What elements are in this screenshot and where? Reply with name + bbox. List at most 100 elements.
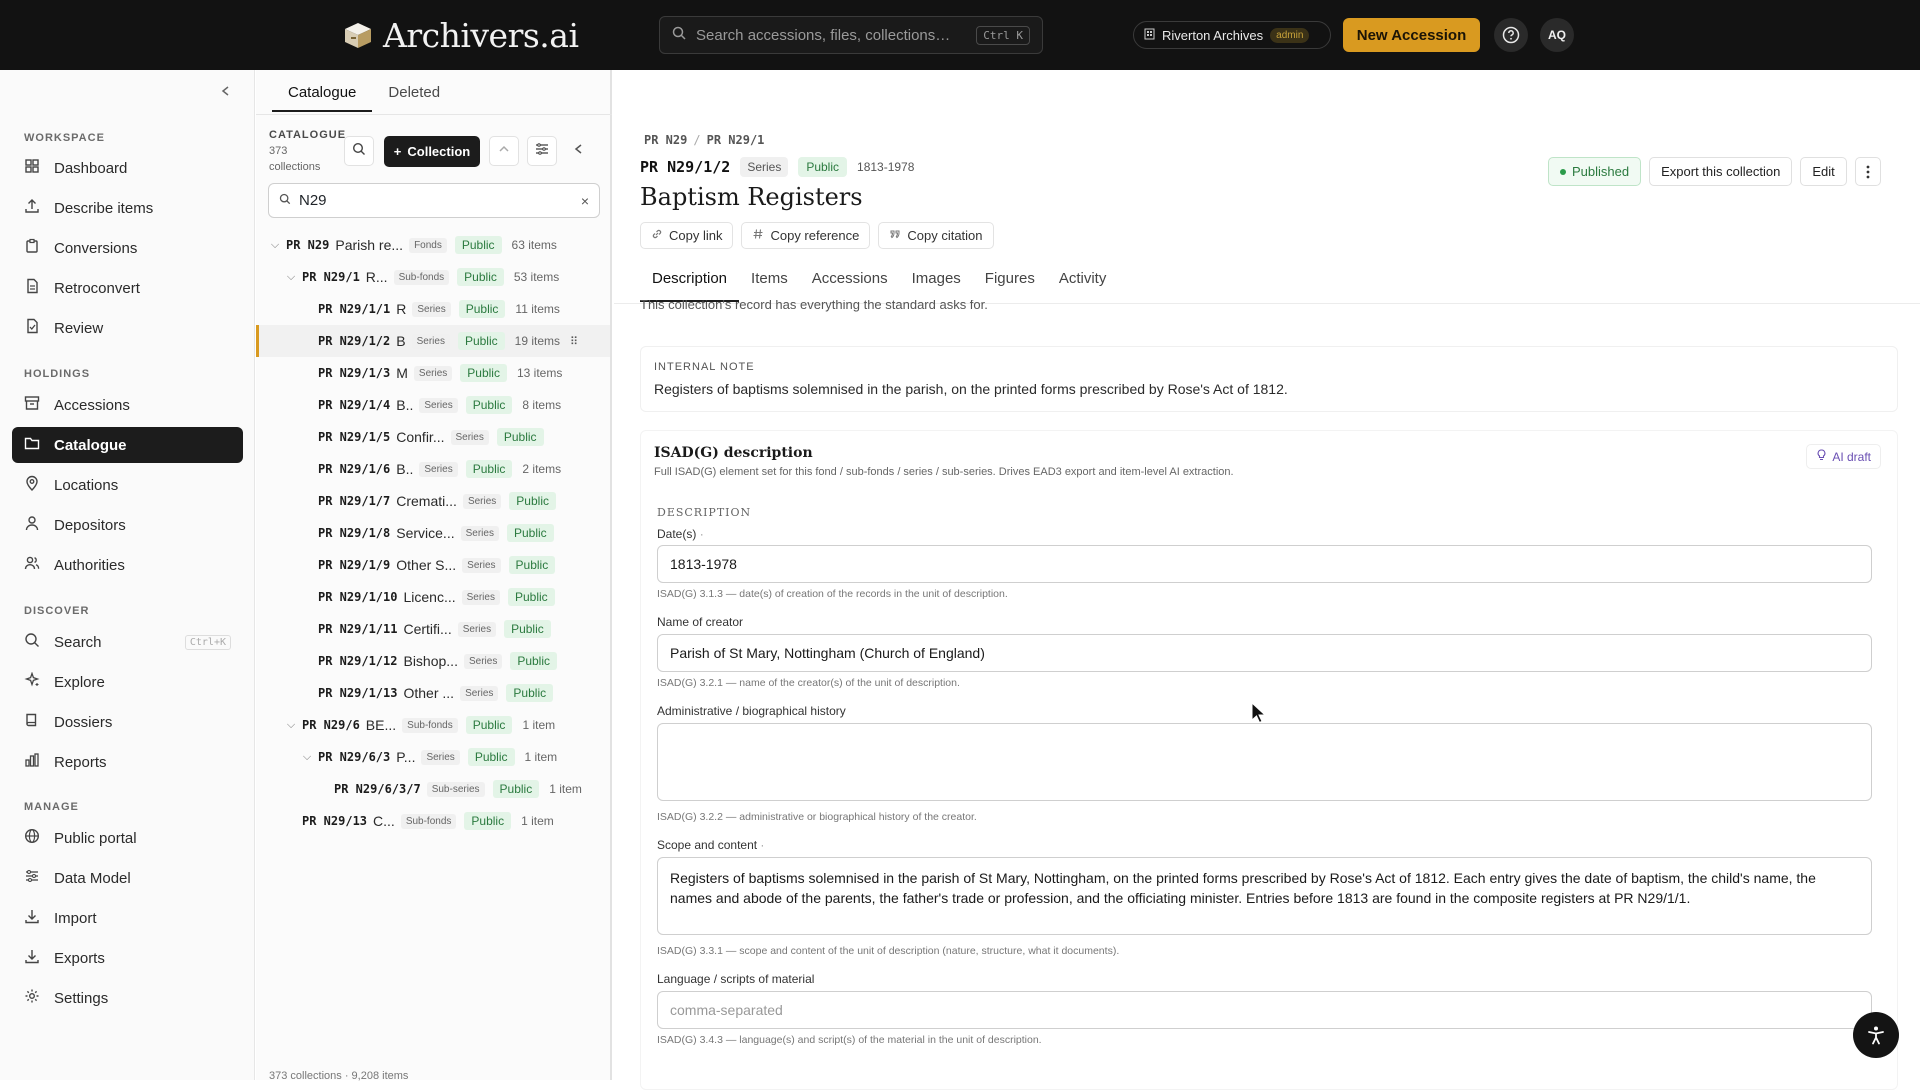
tab-description[interactable]: Description — [640, 270, 740, 302]
tree-row[interactable]: PR N29/1/13 Other ... Series Public — [256, 677, 610, 709]
add-collection-label: Collection — [407, 144, 471, 159]
tree-row[interactable]: PR N29/1/10 Licenc... Series Public — [256, 581, 610, 613]
record-tabs: Description Items Accessions Images Figu… — [640, 270, 1118, 302]
sidebar-item-retroconvert[interactable]: Retroconvert — [12, 270, 243, 306]
admin-history-field[interactable] — [657, 723, 1872, 801]
required-marker: · — [760, 838, 765, 852]
org-switcher[interactable]: Riverton Archives admin — [1133, 21, 1331, 49]
published-status-button[interactable]: Published — [1548, 157, 1642, 186]
chevron-down-icon[interactable]: ⌵ — [300, 751, 314, 764]
sidebar-item-label: Accessions — [54, 396, 130, 414]
user-icon — [24, 515, 40, 535]
tree-row[interactable]: PR N29/1/11 Certifi... Series Public — [256, 613, 610, 645]
collection-count: 373 — [269, 145, 288, 157]
sidebar-item-locations[interactable]: Locations — [12, 467, 243, 503]
tree-row[interactable]: PR N29/1/5 Confir... Series Public — [256, 421, 610, 453]
tab-accessions[interactable]: Accessions — [800, 270, 900, 302]
copy-reference-button[interactable]: Copy reference — [741, 222, 871, 249]
copy-citation-button[interactable]: Copy citation — [878, 222, 994, 249]
language-field[interactable]: comma-separated — [657, 991, 1872, 1029]
tree-row-name: P... — [396, 749, 416, 765]
tree-filter-value: N29 — [299, 192, 327, 209]
sidebar-item-settings[interactable]: Settings — [12, 980, 243, 1016]
tree-row[interactable]: PR N29/1/2 B Series Public 19 items ⠿ — [256, 325, 610, 357]
tab-catalogue[interactable]: Catalogue — [272, 84, 373, 112]
sidebar-item-describe-items[interactable]: Describe items — [12, 190, 243, 226]
drag-handle-icon[interactable]: ⠿ — [570, 335, 578, 348]
chevron-down-icon[interactable]: ⌵ — [284, 271, 298, 284]
sidebar-item-review[interactable]: Review — [12, 310, 243, 346]
sidebar-item-accessions[interactable]: Accessions — [12, 387, 243, 423]
tab-images[interactable]: Images — [900, 270, 973, 302]
scope-content-field[interactable]: Registers of baptisms solemnised in the … — [657, 857, 1872, 935]
sidebar-item-exports[interactable]: Exports — [12, 940, 243, 976]
global-search-input[interactable]: Search accessions, files, collections… C… — [659, 16, 1043, 54]
tree-row[interactable]: PR N29/1/3 M Series Public 13 items — [256, 357, 610, 389]
tree-row[interactable]: PR N29/13 C... Sub-fonds Public 1 item — [256, 805, 610, 837]
tree-row[interactable]: ⌵ PR N29/6/3 P... Series Public 1 item — [256, 741, 610, 773]
ai-draft-label: AI draft — [1832, 449, 1871, 464]
record-actions: Published Export this collection Edit — [1548, 157, 1881, 186]
accessibility-icon[interactable] — [1853, 1012, 1899, 1058]
sidebar-item-dossiers[interactable]: Dossiers — [12, 704, 243, 740]
sidebar-item-authorities[interactable]: Authorities — [12, 547, 243, 583]
tree-row-reference: PR N29/1/11 — [318, 622, 398, 636]
tab-deleted[interactable]: Deleted — [372, 84, 456, 112]
tree-row-reference: PR N29/1/9 — [318, 558, 391, 572]
edit-button[interactable]: Edit — [1800, 157, 1847, 186]
user-avatar[interactable]: AQ — [1540, 18, 1574, 52]
tree-filter-input[interactable]: N29 × — [268, 183, 600, 218]
tree-row[interactable]: PR N29/1/1 R Series Public 11 items — [256, 293, 610, 325]
sidebar-item-public-portal[interactable]: Public portal — [12, 820, 243, 856]
add-collection-button[interactable]: + Collection — [384, 136, 480, 167]
more-options-icon[interactable] — [1854, 157, 1881, 186]
sidebar-item-import[interactable]: Import — [12, 900, 243, 936]
copy-link-button[interactable]: Copy link — [640, 222, 734, 249]
tab-items[interactable]: Items — [739, 270, 800, 302]
app-logo[interactable]: Archivers.ai — [343, 16, 579, 55]
creator-field[interactable]: Parish of St Mary, Nottingham (Church of… — [657, 634, 1872, 672]
help-icon[interactable] — [1494, 18, 1528, 52]
sidebar-item-dashboard[interactable]: Dashboard — [12, 150, 243, 186]
tree-row[interactable]: PR N29/1/12 Bishop... Series Public — [256, 645, 610, 677]
dates-field[interactable]: 1813-1978 — [657, 545, 1872, 583]
tree-row[interactable]: ⌵ PR N29 Parish re... Fonds Public 63 items — [256, 229, 610, 261]
filter-button[interactable] — [527, 136, 557, 166]
ai-draft-button[interactable]: AI draft — [1806, 444, 1881, 469]
tree-row[interactable]: PR N29/1/6 B.. Series Public 2 items — [256, 453, 610, 485]
sidebar-item-reports[interactable]: Reports — [12, 744, 243, 780]
tree-row[interactable]: ⌵ PR N29/6 BE... Sub-fonds Public 1 item — [256, 709, 610, 741]
breadcrumb-item[interactable]: PR N29 — [644, 133, 687, 147]
export-collection-button[interactable]: Export this collection — [1649, 157, 1793, 186]
collapse-sidebar-icon[interactable] — [220, 84, 232, 102]
record-dates: 1813-1978 — [857, 160, 915, 174]
chevron-down-icon[interactable]: ⌵ — [268, 239, 282, 252]
tree-row[interactable]: PR N29/6/3/7 Sub-series Public 1 item — [256, 773, 610, 805]
tree-row-count: 19 items — [514, 334, 560, 348]
tree-row[interactable]: PR N29/1/9 Other S... Series Public — [256, 549, 610, 581]
sidebar-item-catalogue[interactable]: Catalogue — [12, 427, 243, 463]
tree-row-count: 63 items — [511, 238, 557, 252]
tree-row[interactable]: PR N29/1/8 Service... Series Public — [256, 517, 610, 549]
pin-icon — [24, 475, 40, 495]
sidebar-item-conversions[interactable]: Conversions — [12, 230, 243, 266]
tree-row-level: Series — [419, 461, 458, 477]
tree-row[interactable]: PR N29/1/7 Cremati... Series Public — [256, 485, 610, 517]
collapse-panel-button[interactable] — [564, 136, 594, 166]
collapse-all-button[interactable] — [489, 136, 519, 166]
status-badge: Public — [510, 652, 558, 670]
tree-row[interactable]: PR N29/1/4 B.. Series Public 8 items — [256, 389, 610, 421]
sidebar-item-depositors[interactable]: Depositors — [12, 507, 243, 543]
tab-figures[interactable]: Figures — [973, 270, 1047, 302]
sidebar-item-label: Conversions — [54, 239, 138, 257]
tree-search-button[interactable] — [344, 136, 374, 166]
clear-icon[interactable]: × — [581, 193, 589, 209]
breadcrumb-item[interactable]: PR N29/1 — [707, 133, 765, 147]
sidebar-item-search[interactable]: Search Ctrl+K — [12, 624, 243, 660]
tree-row[interactable]: ⌵ PR N29/1 R... Sub-fonds Public 53 items — [256, 261, 610, 293]
sidebar-item-explore[interactable]: Explore — [12, 664, 243, 700]
chevron-down-icon[interactable]: ⌵ — [284, 719, 298, 732]
tab-activity[interactable]: Activity — [1047, 270, 1119, 302]
new-accession-button[interactable]: New Accession — [1343, 18, 1480, 52]
sidebar-item-data-model[interactable]: Data Model — [12, 860, 243, 896]
